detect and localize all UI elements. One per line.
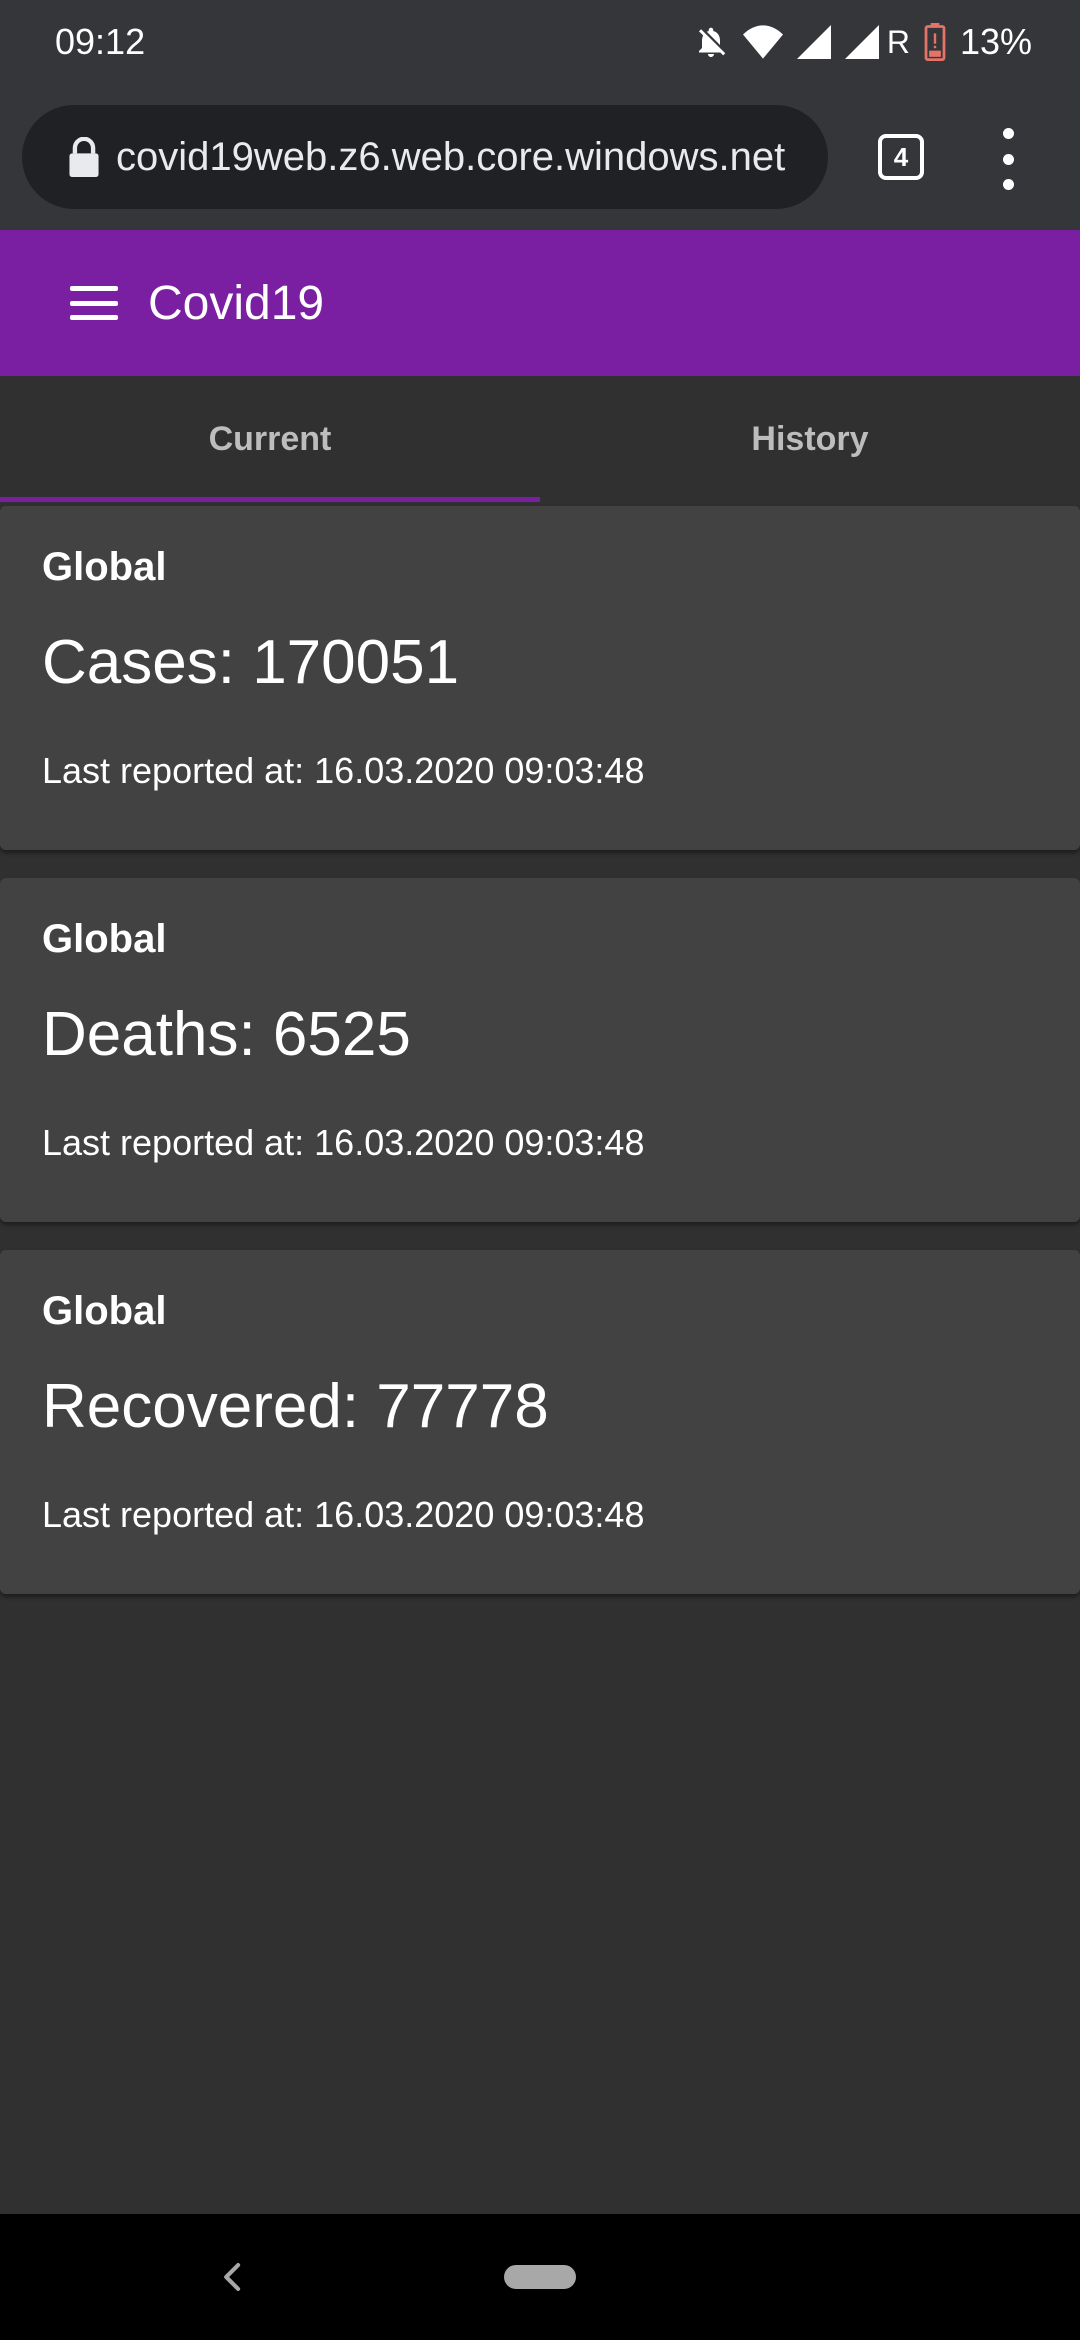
signal-icon: [796, 25, 831, 59]
app-bar: Covid19: [0, 230, 1080, 376]
card-reported-time: Last reported at: 16.03.2020 09:03:48: [42, 750, 645, 791]
notifications-off-icon: [698, 27, 726, 57]
stats-list: Global Cases: 170051 Last reported at: 1…: [0, 506, 1080, 1622]
wifi-icon: [742, 25, 783, 59]
tab-label: History: [751, 419, 869, 458]
status-icons: R 13%: [693, 21, 1032, 63]
tab-bar: Current History: [0, 376, 1080, 502]
stat-card-deaths: Global Deaths: 6525 Last reported at: 16…: [0, 878, 1080, 1222]
tabs-icon[interactable]: 4: [878, 134, 924, 180]
battery-percent: 13%: [959, 21, 1032, 62]
lock-icon[interactable]: [66, 137, 102, 177]
card-reported-time: Last reported at: 16.03.2020 09:03:48: [42, 1122, 645, 1163]
browser-toolbar: covid19web.z6.web.core.windows.net 4: [0, 84, 1080, 230]
menu-icon[interactable]: [70, 286, 118, 320]
card-value: Cases: 170051: [42, 628, 460, 697]
home-icon[interactable]: [504, 2265, 576, 2289]
card-reported-time: Last reported at: 16.03.2020 09:03:48: [42, 1494, 645, 1535]
system-nav-bar: [0, 2214, 1080, 2340]
card-label: Global: [42, 1289, 167, 1333]
stat-card-recovered: Global Recovered: 77778 Last reported at…: [0, 1250, 1080, 1594]
back-icon[interactable]: [218, 2260, 248, 2294]
tab-count: 4: [893, 141, 909, 172]
card-label: Global: [42, 545, 167, 589]
url-text[interactable]: covid19web.z6.web.core.windows.net: [116, 135, 816, 180]
more-vert-icon[interactable]: [996, 128, 1020, 190]
tab-label: Current: [208, 419, 332, 458]
app-title: Covid19: [148, 276, 325, 330]
status-time: 09:12: [55, 21, 146, 62]
status-bar: 09:12 R 13%: [0, 0, 1080, 84]
tab-history[interactable]: History: [540, 376, 1080, 502]
url-bar[interactable]: covid19web.z6.web.core.windows.net: [22, 105, 828, 209]
tab-current[interactable]: Current: [0, 376, 540, 502]
card-value: Deaths: 6525: [42, 1000, 411, 1069]
battery-low-icon: [924, 23, 946, 61]
card-value: Recovered: 77778: [42, 1372, 549, 1441]
roaming-indicator: R: [886, 23, 910, 60]
stat-card-cases: Global Cases: 170051 Last reported at: 1…: [0, 506, 1080, 850]
signal-icon: [844, 25, 879, 59]
card-label: Global: [42, 917, 167, 961]
